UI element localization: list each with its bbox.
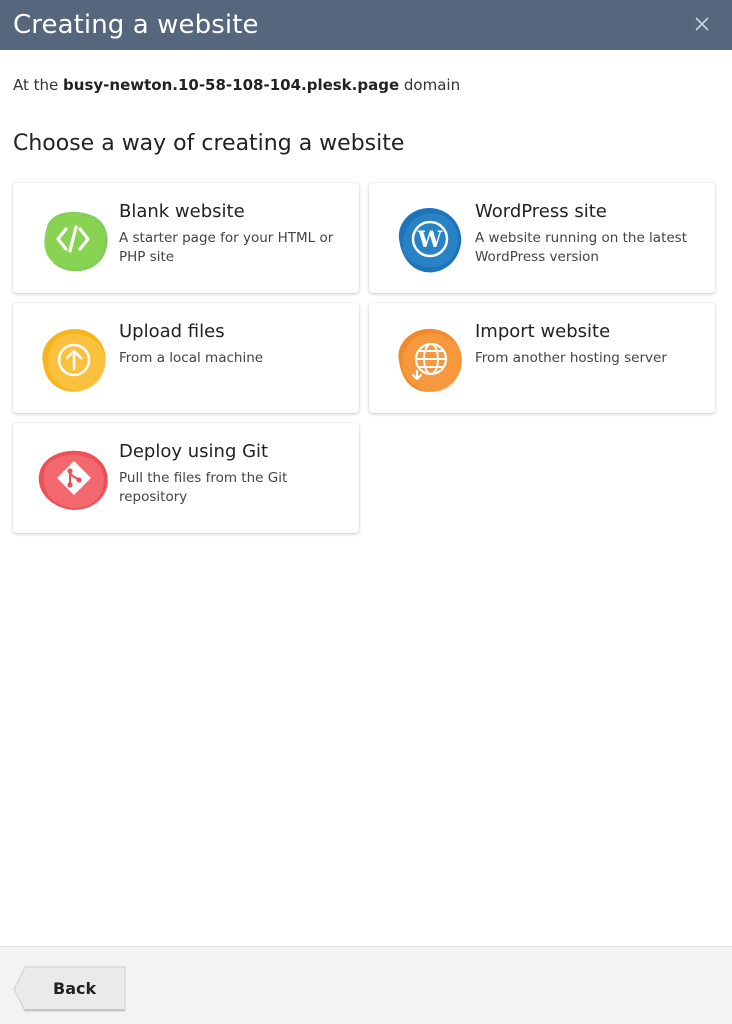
upload-files-card[interactable]: Upload files From a local machine xyxy=(13,303,359,413)
card-description: A starter page for your HTML or PHP site xyxy=(119,230,334,265)
close-button[interactable] xyxy=(692,14,712,34)
section-title: Choose a way of creating a website xyxy=(13,131,405,156)
card-description: From another hosting server xyxy=(475,350,667,366)
card-description: Pull the files from the Git repository xyxy=(119,470,288,505)
card-title: Blank website xyxy=(119,201,245,222)
upload-icon xyxy=(42,329,106,392)
card-title: WordPress site xyxy=(475,201,607,222)
dialog-title: Creating a website xyxy=(13,10,259,40)
import-website-card[interactable]: Import website From another hosting serv… xyxy=(369,303,715,413)
deploy-git-card[interactable]: Deploy using Git Pull the files from the… xyxy=(13,423,359,533)
back-button[interactable]: Back xyxy=(13,966,127,1012)
dialog-header: Creating a website xyxy=(0,0,732,50)
wordpress-icon: W xyxy=(398,207,462,273)
close-icon xyxy=(695,17,709,31)
svg-text:W: W xyxy=(417,227,443,253)
domain-prefix: At the xyxy=(13,76,64,94)
card-description: A website running on the latest WordPres… xyxy=(475,230,688,265)
card-title: Deploy using Git xyxy=(119,441,269,462)
wordpress-site-card[interactable]: W WordPress site A website running on th… xyxy=(369,183,715,293)
domain-name: busy-newton.10-58-108-104.plesk.page xyxy=(63,76,400,94)
domain-info: At the busy-newton.10-58-108-104.plesk.p… xyxy=(13,76,460,94)
back-button-label: Back xyxy=(53,979,97,998)
card-description: From a local machine xyxy=(119,350,264,366)
domain-suffix: domain xyxy=(399,76,461,94)
git-icon xyxy=(38,450,108,510)
dialog-footer: Back xyxy=(0,946,732,1024)
blank-website-card[interactable]: Blank website A starter page for your HT… xyxy=(13,183,359,293)
code-icon xyxy=(44,211,108,272)
card-title: Import website xyxy=(475,321,611,342)
import-globe-icon xyxy=(398,328,462,392)
card-title: Upload files xyxy=(119,321,225,342)
